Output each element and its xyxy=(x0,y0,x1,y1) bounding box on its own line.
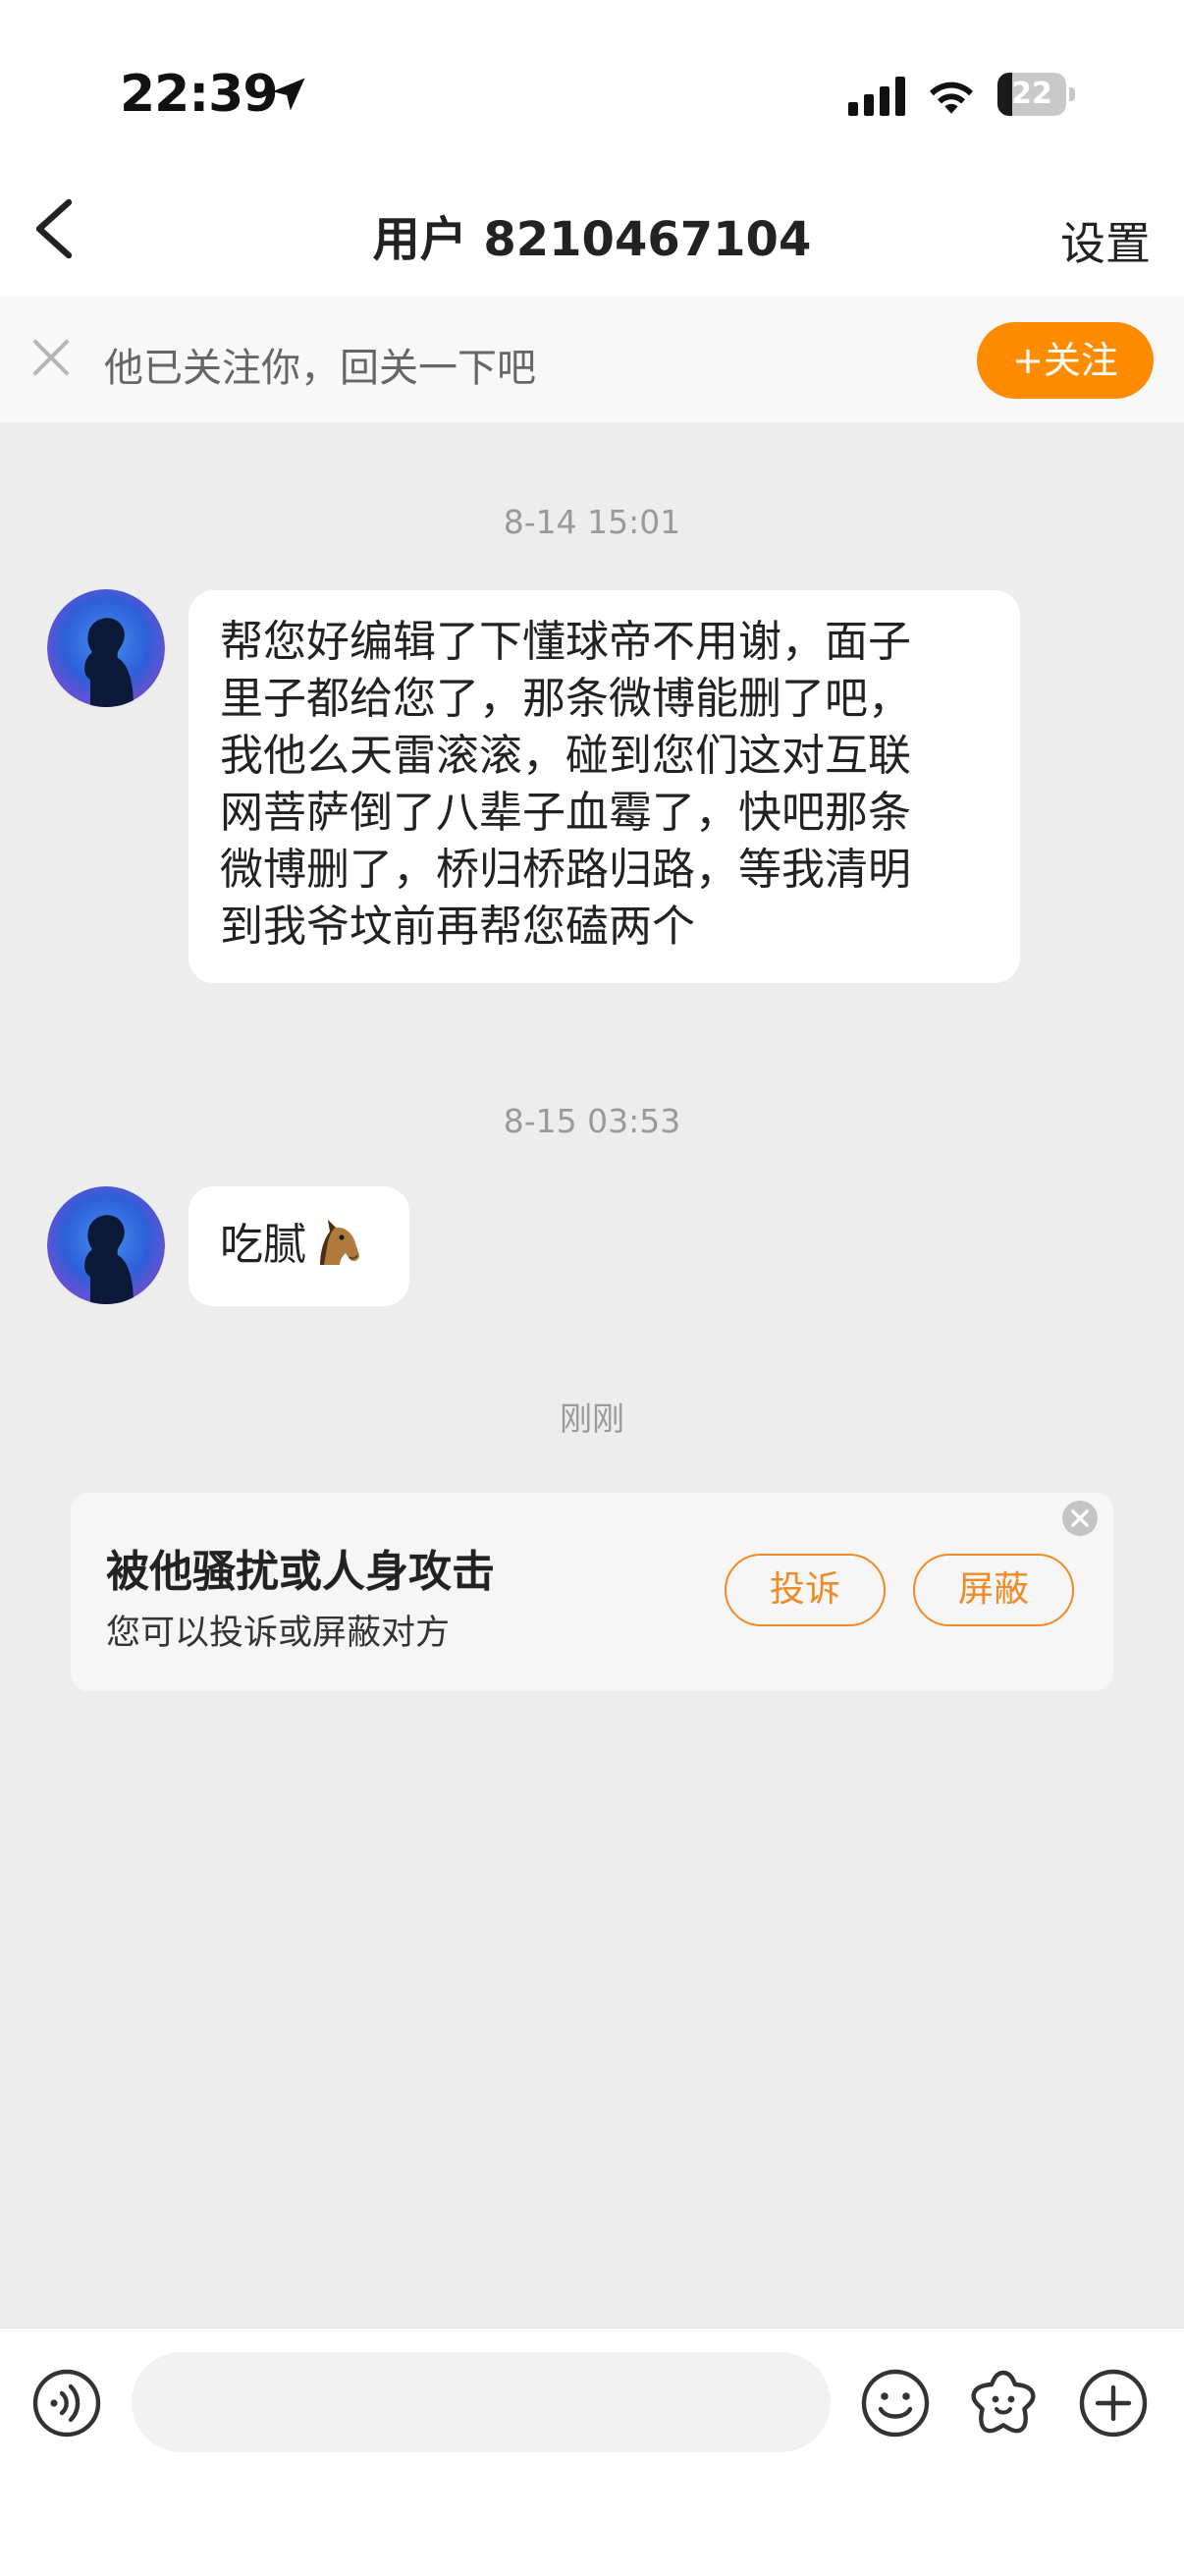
system-timestamp: 刚刚 xyxy=(560,1399,624,1438)
horse-face-emoji-icon xyxy=(320,1220,359,1265)
message-line: 到我爷坟前再帮您磕两个 xyxy=(220,902,695,952)
report-subtitle: 您可以投诉或屏蔽对方 xyxy=(106,1614,451,1653)
report-title: 被他骚扰或人身攻击 xyxy=(106,1547,495,1597)
message-line: 微博删了，桥归桥路归路，等我清明 xyxy=(220,845,911,895)
input-bar xyxy=(0,2328,1184,2576)
message-text: 吃腻 xyxy=(220,1220,306,1270)
voice-icon[interactable] xyxy=(31,2368,102,2439)
message-line: 里子都给您了，那条微博能删了吧， xyxy=(220,674,911,724)
emoji-icon[interactable] xyxy=(860,2368,931,2439)
battery-indicator: 22 xyxy=(997,73,1076,116)
wifi-icon xyxy=(930,82,973,114)
location-arrow-icon xyxy=(272,78,305,111)
nav-header: 用户 8210467104 设置 xyxy=(0,177,1184,298)
message-bubble: 帮您好编辑了下懂球帝不用谢，面子 里子都给您了，那条微博能删了吧， 我他么天雷滚… xyxy=(188,590,1020,983)
close-icon[interactable] xyxy=(29,336,73,379)
settings-button[interactable]: 设置 xyxy=(1060,208,1151,273)
follow-banner: 他已关注你，回关一下吧 +关注 xyxy=(0,297,1184,422)
report-card: 被他骚扰或人身攻击 您可以投诉或屏蔽对方 投诉 屏蔽 xyxy=(71,1493,1113,1691)
battery-level: 22 xyxy=(1011,77,1052,111)
avatar[interactable] xyxy=(47,589,165,707)
status-time: 22:39 xyxy=(120,65,279,124)
status-bar: 22:39 22 xyxy=(0,0,1184,177)
close-circle-icon[interactable] xyxy=(1062,1501,1098,1536)
plus-icon[interactable] xyxy=(1078,2368,1149,2439)
follow-button[interactable]: +关注 xyxy=(977,322,1154,399)
sticker-icon[interactable] xyxy=(966,2366,1041,2440)
avatar[interactable] xyxy=(47,1186,165,1304)
message-line: 我他么天雷滚滚，碰到您们这对互联 xyxy=(220,731,911,781)
complain-button[interactable]: 投诉 xyxy=(725,1554,886,1626)
page-title: 用户 8210467104 xyxy=(372,212,812,267)
message-line: 网菩萨倒了八辈子血霉了，快吧那条 xyxy=(220,788,911,838)
message-timestamp: 8-14 15:01 xyxy=(503,503,681,541)
cellular-signal-icon xyxy=(848,77,905,116)
message-line: 帮您好编辑了下懂球帝不用谢，面子 xyxy=(220,617,911,667)
message-bubble: 吃腻 xyxy=(188,1186,409,1306)
message-timestamp: 8-15 03:53 xyxy=(503,1102,681,1140)
block-button[interactable]: 屏蔽 xyxy=(913,1554,1074,1626)
message-input[interactable] xyxy=(132,2352,831,2452)
follow-prompt-text: 他已关注你，回关一下吧 xyxy=(104,346,536,391)
